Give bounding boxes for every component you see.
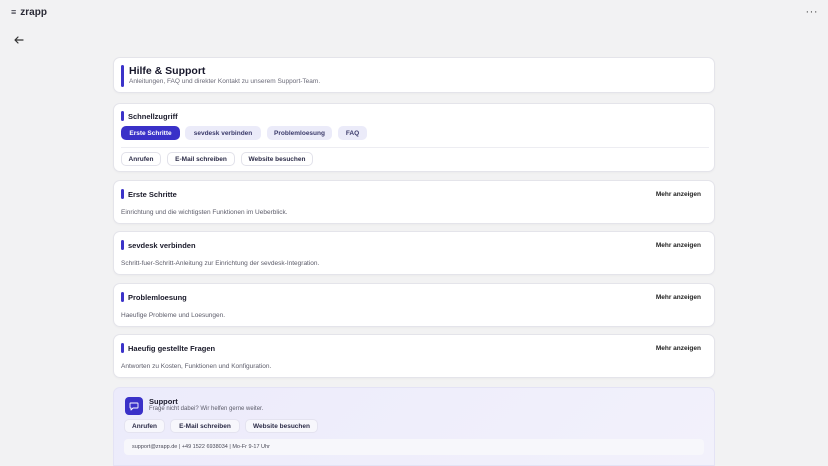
support-contact-info: support@zrapp.de | +49 1522 6938034 | Mo… (124, 439, 704, 455)
support-call-button[interactable]: Anrufen (124, 419, 165, 433)
brand[interactable]: ≡ zrapp (11, 7, 47, 18)
header-card: Hilfe & Support Anleitungen, FAQ und dir… (113, 57, 715, 93)
support-title: Support (149, 397, 178, 406)
header-accent-bar (121, 65, 124, 87)
section-title: Haeufig gestellte Fragen (128, 344, 216, 353)
chip-sevdesk-verbinden[interactable]: sevdesk verbinden (185, 126, 261, 140)
show-more-link[interactable]: Mehr anzeigen (656, 242, 701, 249)
support-website-button[interactable]: Website besuchen (245, 419, 318, 433)
quick-access-title: Schnellzugriff (128, 112, 178, 121)
section-description: Haeufige Probleme und Loesungen. (121, 312, 226, 319)
section-title: Erste Schritte (128, 190, 177, 199)
chip-faq[interactable]: FAQ (338, 126, 367, 140)
section-card-problemloesung: Problemloesung Mehr anzeigen Haeufige Pr… (113, 283, 715, 327)
page-subtitle: Anleitungen, FAQ und direkter Kontakt zu… (129, 78, 321, 85)
section-accent-bar (121, 292, 124, 302)
website-button[interactable]: Website besuchen (241, 152, 313, 166)
logo-icon: ≡ (11, 7, 16, 17)
section-title: Problemloesung (128, 293, 187, 302)
support-card: Support Frage nicht dabei? Wir helfen ge… (113, 387, 715, 466)
chip-problemloesung[interactable]: Problemloesung (267, 126, 332, 140)
quick-access-divider (121, 147, 709, 148)
section-description: Antworten zu Kosten, Funktionen und Konf… (121, 363, 272, 370)
section-title: sevdesk verbinden (128, 241, 196, 250)
section-accent-bar (121, 240, 124, 250)
show-more-link[interactable]: Mehr anzeigen (656, 294, 701, 301)
chat-icon (125, 397, 143, 415)
show-more-link[interactable]: Mehr anzeigen (656, 345, 701, 352)
quick-access-accent-bar (121, 111, 124, 121)
call-button[interactable]: Anrufen (121, 152, 161, 166)
section-accent-bar (121, 343, 124, 353)
email-button[interactable]: E-Mail schreiben (167, 152, 235, 166)
app-name: zrapp (20, 6, 47, 18)
section-description: Einrichtung und die wichtigsten Funktion… (121, 209, 288, 216)
section-card-faq: Haeufig gestellte Fragen Mehr anzeigen A… (113, 334, 715, 378)
section-accent-bar (121, 189, 124, 199)
section-card-erste-schritte: Erste Schritte Mehr anzeigen Einrichtung… (113, 180, 715, 224)
show-more-link[interactable]: Mehr anzeigen (656, 191, 701, 198)
support-email-button[interactable]: E-Mail schreiben (170, 419, 240, 433)
back-button[interactable] (12, 33, 26, 47)
more-options-icon[interactable]: ··· (806, 6, 819, 18)
quick-access-card: Schnellzugriff Erste Schritte sevdesk ve… (113, 103, 715, 172)
top-bar: ≡ zrapp ··· (0, 0, 828, 24)
support-subtitle: Frage nicht dabei? Wir helfen gerne weit… (149, 406, 264, 412)
page-title: Hilfe & Support (129, 65, 206, 77)
section-description: Schritt-fuer-Schritt-Anleitung zur Einri… (121, 260, 320, 267)
chip-erste-schritte[interactable]: Erste Schritte (121, 126, 180, 140)
arrow-left-icon (14, 36, 24, 44)
section-card-sevdesk-verbinden: sevdesk verbinden Mehr anzeigen Schritt-… (113, 231, 715, 275)
